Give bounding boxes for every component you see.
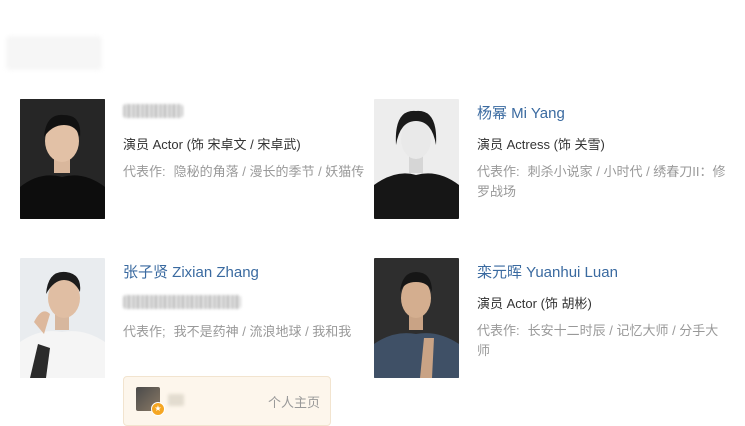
- representative-works: 代表作: 长安十二时辰 / 记忆大师 / 分手大师: [477, 323, 719, 358]
- actor-role: 演员 Actor (饰 宋卓文 / 宋卓武): [123, 137, 301, 152]
- actor-photo[interactable]: [20, 99, 105, 219]
- representative-works: 代表作: 刺杀小说家 / 小时代 / 绣春刀II：修罗战场: [477, 164, 726, 199]
- actor-name-link[interactable]: 张子贤 Zixian Zhang: [123, 263, 373, 283]
- actor-photo[interactable]: [374, 99, 459, 219]
- actor-name-link[interactable]: 杨幂 Mi Yang: [477, 104, 727, 124]
- actor-name-link[interactable]: 栾元晖 Yuanhui Luan: [477, 263, 727, 283]
- actor-name-link[interactable]: [123, 104, 373, 124]
- actor-role: 演员 Actor (饰 胡彬): [477, 296, 592, 311]
- blurred-username: [168, 394, 184, 406]
- actor-role: [123, 295, 373, 314]
- blurred-name: [123, 104, 183, 118]
- representative-works: 代表作: 隐秘的角落 / 漫长的季节 / 妖猫传: [123, 164, 365, 179]
- homepage-label: 个人主页: [267, 395, 320, 410]
- representative-works: 代表作; 我不是药神 / 流浪地球 / 我和我: [123, 324, 352, 339]
- actor-photo[interactable]: [374, 258, 459, 378]
- actor-role: 演员 Actress (饰 关雪): [477, 137, 605, 152]
- star-badge-icon: ★: [151, 402, 165, 416]
- actor-photo[interactable]: [20, 258, 105, 378]
- personal-homepage-button[interactable]: ★ 个人主页: [123, 376, 331, 426]
- blurred-role: [123, 295, 241, 309]
- blurred-header-area: [6, 36, 102, 70]
